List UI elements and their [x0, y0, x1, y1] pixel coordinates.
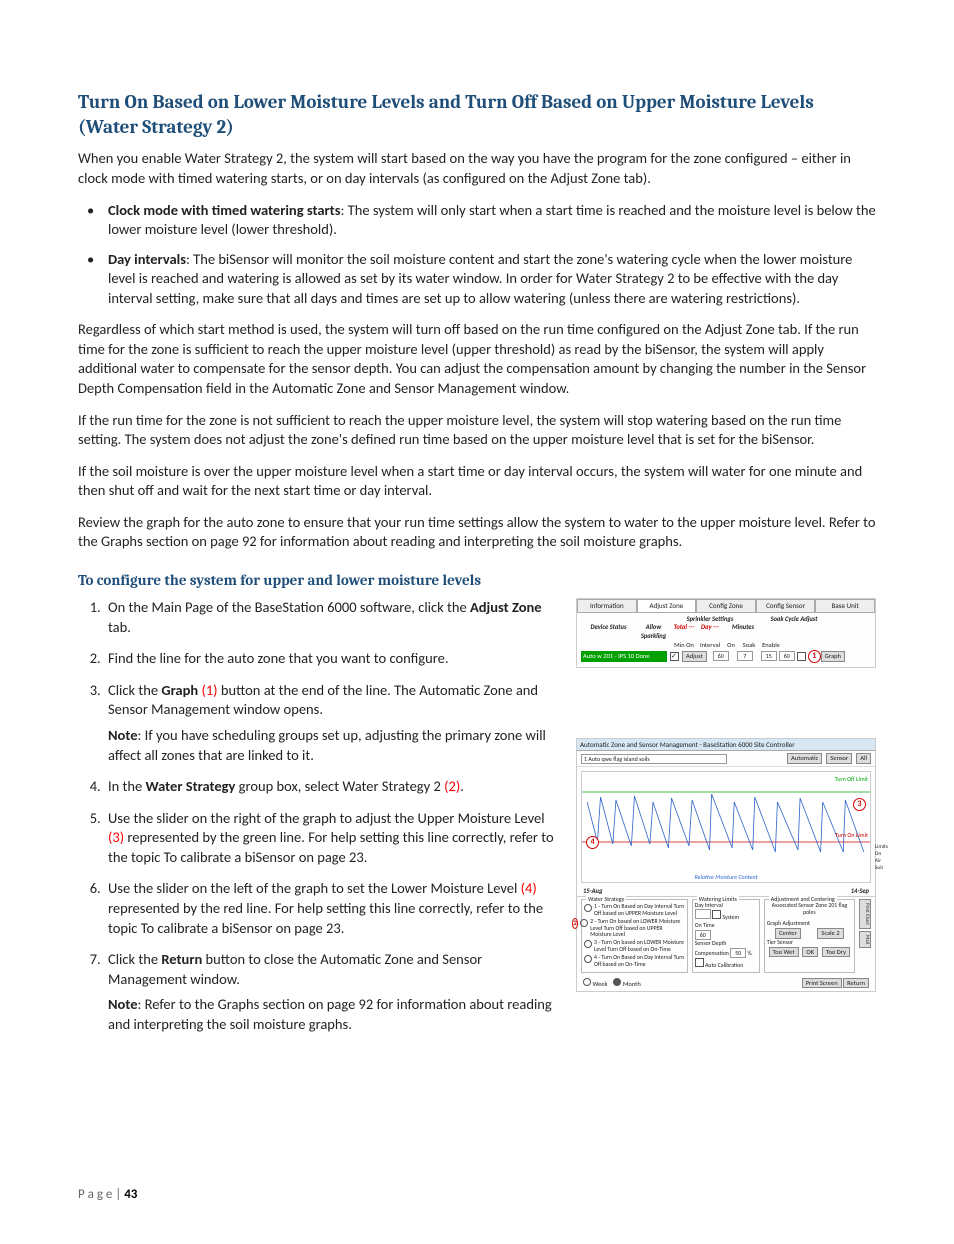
section-title: Turn On Based on Lower Moisture Levels a… [78, 90, 876, 139]
steps-list: On the Main Page of the BaseStation 6000… [78, 598, 558, 1034]
body-paragraph: If the run time for the zone is not suff… [78, 411, 876, 450]
step-item: Use the slider on the right of the graph… [104, 809, 558, 868]
zone-select[interactable]: 1 Auto qwe flag island soils [581, 754, 727, 764]
step-item: Click the Return button to close the Aut… [104, 950, 558, 1034]
tab-config-sensor[interactable]: Config Sensor [756, 599, 816, 612]
zone-row-label: Auto w 201 - IPS 10 Done [581, 651, 667, 662]
callout-4: 4 [586, 836, 599, 849]
allow-sparkling-checkbox[interactable] [670, 652, 679, 661]
axis-label: Relative Moisture Content [694, 873, 757, 881]
bullet-item: Clock mode with timed watering starts: T… [104, 201, 876, 240]
callout-ref: (2) [444, 777, 460, 795]
body-paragraph: If the soil moisture is over the upper m… [78, 462, 876, 501]
screenshot-auto-zone-sensor-mgmt: Automatic Zone and Sensor Management - B… [576, 738, 876, 993]
ok-button[interactable]: OK [802, 947, 818, 958]
step-item: Click the Graph (1) button at the end of… [104, 681, 558, 765]
min-on-input[interactable]: 60 [713, 651, 729, 661]
col-allow-sparkling: Allow Sparkling [636, 623, 671, 641]
step-item: Use the slider on the left of the graph … [104, 879, 558, 938]
bullet-lead: Clock mode with timed watering starts [108, 201, 340, 219]
interval-input[interactable]: 7 [737, 651, 753, 661]
automatic-button[interactable]: Automatic [787, 753, 822, 764]
step-item: On the Main Page of the BaseStation 6000… [104, 598, 558, 637]
body-paragraph: Regardless of which start method is used… [78, 320, 876, 398]
auto-cal-checkbox[interactable] [695, 958, 704, 967]
water-strategy-group: Water Strategy 1 - Turn On Based on Day … [581, 899, 688, 973]
sub-title: To configure the system for upper and lo… [78, 570, 876, 590]
print-screen-button[interactable]: Print Screen [802, 978, 842, 989]
window-title: Automatic Zone and Sensor Management - B… [577, 739, 875, 751]
tab-information[interactable]: Information [577, 599, 637, 612]
soak-input[interactable]: 60 [779, 651, 795, 661]
tab-config-zone[interactable]: Config Zone [696, 599, 756, 612]
return-button[interactable]: Return [843, 978, 869, 989]
tab-adjust-zone[interactable]: Adjust Zone [637, 599, 697, 612]
mail-button[interactable]: Mail [859, 931, 871, 948]
watering-limits-group: Watering Limits Day Interval System On T… [692, 899, 760, 973]
step-item: In the Water Strategy group box, select … [104, 777, 558, 797]
scale-button[interactable]: Scale 2 [817, 928, 843, 939]
date-right: 14-Sep [851, 887, 869, 896]
col-sprinkler-settings: Sprinkler Settings [671, 615, 749, 624]
too-wet-button[interactable]: Too Wet [769, 947, 799, 958]
intro-paragraph: When you enable Water Strategy 2, the sy… [78, 149, 876, 188]
tab-base-unit[interactable]: Base Unit [815, 599, 875, 612]
col-device-status: Device Status [581, 623, 636, 641]
print-chart-button[interactable]: Print Chart [859, 899, 871, 929]
callout-1: 1 [808, 650, 821, 663]
ws-radio-1[interactable]: 1 - Turn On Based on Day Interval Turn O… [584, 903, 685, 917]
sensor-button[interactable]: Sensor [826, 753, 852, 764]
ws-radio-3[interactable]: 3 - Turn On based on LOWER Moisture Leve… [584, 939, 685, 953]
body-paragraph: Review the graph for the auto zone to en… [78, 513, 876, 552]
callout-ref: (4) [521, 879, 537, 897]
callout-ref: (3) [108, 828, 124, 846]
ws-radio-2[interactable]: 2 2 - Turn On based on LOWER Moisture Le… [584, 918, 685, 939]
graph-button[interactable]: Graph [821, 651, 845, 662]
callout-2: 2 [572, 918, 578, 929]
ws-radio-4[interactable]: 4 - Turn On Based on Day Interval Turn O… [584, 954, 685, 968]
screenshot-adjust-zone: Information Adjust Zone Config Zone Conf… [576, 598, 876, 668]
adjustment-centering-group: Adjustment and Centering Associated Sens… [764, 899, 855, 973]
callout-3: 3 [853, 798, 866, 811]
adjust-button[interactable]: Adjust [682, 651, 707, 662]
bullet-lead: Day intervals [108, 250, 186, 268]
callout-ref: (1) [201, 681, 217, 699]
col-soak-cycle: Soak Cycle Adjust [749, 615, 839, 624]
bullet-rest: : The biSensor will monitor the soil moi… [108, 250, 852, 307]
step-item: Find the line for the auto zone that you… [104, 649, 558, 669]
bullet-list: Clock mode with timed watering starts : T… [78, 201, 876, 309]
bullet-item: Day intervals: The biSensor will monitor… [104, 250, 876, 309]
enable-checkbox[interactable] [797, 652, 806, 661]
moisture-graph: Turn Off Limit Turn On Limit 3 4 Relativ… [581, 771, 871, 883]
all-button[interactable]: All [856, 753, 871, 764]
on-input[interactable]: 15 [761, 651, 777, 661]
too-dry-button[interactable]: Too Dry [822, 947, 850, 958]
page-footer: P a g e | 43 [78, 1186, 876, 1204]
upper-limit-label: Turn Off Limit [835, 776, 868, 782]
lower-limit-label: Turn On Limit [835, 832, 868, 838]
sensor-depth-input[interactable]: 50 [730, 948, 746, 958]
